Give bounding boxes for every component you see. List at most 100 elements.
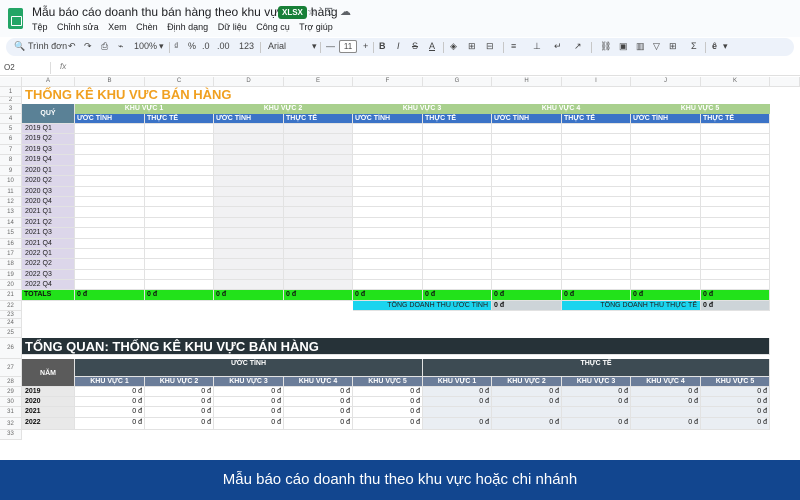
overview-value[interactable]: 0 đ [562,387,631,397]
quarter-cell[interactable]: 2022 Q3 [22,270,75,280]
more-formats-button[interactable]: 123 [239,41,254,51]
menu-insert[interactable]: Chèn [136,22,158,32]
data-cell[interactable] [701,176,770,187]
data-cell[interactable] [562,249,631,259]
row-header[interactable]: 28 [0,377,22,387]
data-cell[interactable] [631,197,701,207]
data-cell[interactable] [423,249,492,259]
data-cell[interactable] [423,166,492,176]
bold-icon[interactable]: B [379,41,386,51]
year-cell[interactable]: 2020 [22,397,75,407]
data-cell[interactable] [492,239,562,249]
data-cell[interactable] [562,228,631,239]
data-cell[interactable] [631,187,701,197]
data-cell[interactable] [631,207,701,218]
row-header[interactable]: 13 [0,207,22,218]
overview-value[interactable]: 0 đ [284,418,353,430]
quarter-cell[interactable]: 2020 Q4 [22,197,75,207]
data-cell[interactable] [145,218,214,228]
data-cell[interactable] [284,207,353,218]
data-cell[interactable] [562,124,631,134]
data-cell[interactable] [353,155,423,166]
overview-value[interactable]: 0 đ [423,387,492,397]
paint-format-icon[interactable]: ⌁ [118,41,123,52]
row-header[interactable]: 19 [0,270,22,280]
filter-icon[interactable]: ▽ [653,41,660,52]
data-cell[interactable] [75,270,145,280]
data-cell[interactable] [353,134,423,145]
row-header[interactable]: 27 [0,359,22,377]
data-cell[interactable] [353,270,423,280]
overview-region-header[interactable]: KHU VỰC 5 [353,377,423,387]
row-header[interactable]: 10 [0,176,22,187]
data-cell[interactable] [631,280,701,290]
total-actual-value[interactable]: 0 đ [701,301,770,311]
overview-value[interactable]: 0 đ [145,387,214,397]
overview-value[interactable]: 0 đ [492,397,562,407]
data-cell[interactable] [492,259,562,270]
data-cell[interactable] [492,249,562,259]
data-cell[interactable] [145,239,214,249]
data-cell[interactable] [214,134,284,145]
row-header[interactable]: 8 [0,155,22,166]
data-cell[interactable] [701,218,770,228]
row-header[interactable]: 31 [0,407,22,418]
data-cell[interactable] [562,187,631,197]
row-header[interactable]: 26 [0,338,22,359]
font-size-decrease-button[interactable]: — [326,41,335,51]
cloud-status-icon[interactable]: ☁ [340,5,351,18]
overview-value[interactable]: 0 đ [423,418,492,430]
data-cell[interactable] [214,166,284,176]
year-cell[interactable]: 2022 [22,418,75,430]
zoom-select[interactable]: 100% [134,41,157,51]
overview-value[interactable]: 0 đ [284,397,353,407]
quarter-cell[interactable]: 2020 Q1 [22,166,75,176]
horizontal-align-icon[interactable]: ≡ [511,41,516,51]
data-cell[interactable] [214,259,284,270]
overview-value[interactable]: 0 đ [75,387,145,397]
estimate-header[interactable]: ƯỚC TÍNH [75,114,145,124]
data-cell[interactable] [284,176,353,187]
data-cell[interactable] [145,197,214,207]
data-cell[interactable] [214,239,284,249]
data-cell[interactable] [214,187,284,197]
overview-region-header[interactable]: KHU VỰC 4 [631,377,701,387]
data-cell[interactable] [492,280,562,290]
totals-value[interactable]: 0 đ [214,290,284,301]
overview-value[interactable]: 0 đ [75,418,145,430]
data-cell[interactable] [145,228,214,239]
data-cell[interactable] [423,259,492,270]
data-cell[interactable] [631,155,701,166]
row-header[interactable]: 17 [0,249,22,259]
column-header[interactable]: F [353,77,423,87]
data-cell[interactable] [284,280,353,290]
totals-value[interactable]: 0 đ [423,290,492,301]
row-header[interactable]: 15 [0,228,22,239]
column-header[interactable]: J [631,77,701,87]
menu-view[interactable]: Xem [108,22,127,32]
data-cell[interactable] [423,280,492,290]
data-cell[interactable] [423,145,492,155]
totals-value[interactable]: 0 đ [284,290,353,301]
data-cell[interactable] [423,155,492,166]
data-cell[interactable] [353,228,423,239]
region-header[interactable]: KHU VỰC 5 [631,104,770,114]
overview-value[interactable]: 0 đ [214,387,284,397]
row-header[interactable]: 32 [0,418,22,430]
overview-value[interactable]: 0 đ [562,397,631,407]
overview-value[interactable]: 0 đ [423,397,492,407]
overview-value[interactable]: 0 đ [353,407,423,418]
column-header[interactable]: G [423,77,492,87]
column-header[interactable]: K [701,77,770,87]
data-cell[interactable] [284,187,353,197]
year-cell[interactable]: 2021 [22,407,75,418]
data-cell[interactable] [214,270,284,280]
estimate-header[interactable]: ƯỚC TÍNH [353,114,423,124]
data-cell[interactable] [75,187,145,197]
overview-value[interactable] [492,407,562,418]
estimate-header[interactable]: ƯỚC TÍNH [631,114,701,124]
undo-icon[interactable]: ↶ [68,41,76,52]
vertical-align-icon[interactable]: ⊥ [533,41,541,52]
data-cell[interactable] [353,207,423,218]
quarter-cell[interactable]: 2019 Q4 [22,155,75,166]
